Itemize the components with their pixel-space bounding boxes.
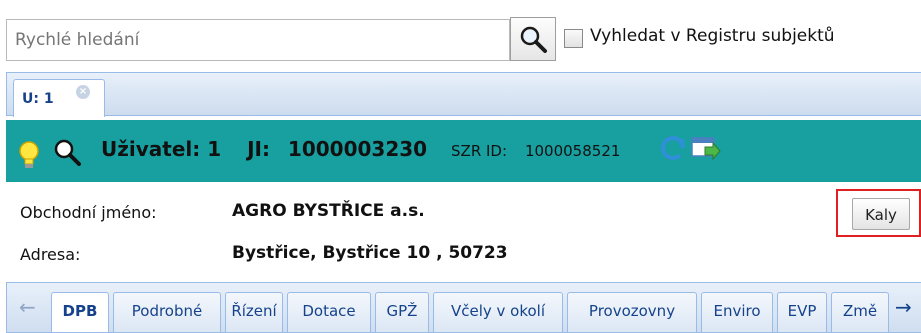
doc-tab-u1[interactable]: U: 1 × [13, 79, 105, 117]
refresh-icon[interactable] [659, 134, 687, 162]
address-row: Adresa: Bystřice, Bystřice 10 , 50723 [6, 238, 921, 274]
scroll-left-icon[interactable]: ← [19, 295, 36, 319]
szr-value: 1000058521 [524, 142, 621, 160]
trade-name-label: Obchodní jméno: [20, 203, 157, 222]
document-tabbar: U: 1 × [6, 72, 921, 117]
magnifier-icon[interactable] [52, 137, 82, 167]
search-button[interactable] [510, 17, 556, 61]
user-label: Uživatel: 1 [101, 137, 222, 161]
trade-name-row: Obchodní jméno: AGRO BYSTŘICE a.s. [6, 196, 921, 232]
registry-search-label: Vyhledat v Registru subjektů [590, 26, 835, 46]
tab-zmeny[interactable]: Změ [831, 292, 889, 332]
close-icon[interactable]: × [76, 85, 90, 99]
detail-tabbar: ← DPB Podrobné Řízení Dotace GPŽ Včely v… [6, 282, 921, 333]
doc-tab-label: U: 1 [22, 91, 54, 107]
tab-gpz[interactable]: GPŽ [375, 292, 429, 332]
quick-search-input[interactable] [6, 19, 510, 61]
window-arrow-icon[interactable] [691, 137, 721, 161]
magnifier-icon [520, 26, 547, 53]
registry-search-checkbox[interactable] [564, 29, 583, 48]
user-header: Uživatel: 1 JI: 1000003230 SZR ID: 10000… [6, 120, 921, 182]
tab-evp[interactable]: EVP [777, 292, 827, 332]
kaly-button[interactable]: Kaly [852, 198, 910, 230]
tab-rizeni[interactable]: Řízení [225, 292, 283, 332]
ji-value: 1000003230 [287, 137, 428, 161]
tab-enviro[interactable]: Enviro [701, 292, 773, 332]
quick-search-bar: Vyhledat v Registru subjektů [0, 0, 921, 70]
address-label: Adresa: [20, 245, 81, 264]
szr-label: SZR ID: [451, 142, 508, 160]
lightbulb-icon[interactable] [17, 140, 41, 172]
scroll-right-icon[interactable]: → [895, 295, 912, 319]
ji-label: JI: [247, 137, 270, 161]
trade-name-value: AGRO BYSTŘICE a.s. [232, 201, 425, 221]
tab-podrobne[interactable]: Podrobné [113, 292, 221, 332]
user-title: Uživatel: 1 JI: 1000003230 SZR ID: 10000… [101, 137, 620, 161]
tab-dotace[interactable]: Dotace [287, 292, 371, 332]
tab-dpb[interactable]: DPB [51, 292, 109, 332]
tab-provozovny[interactable]: Provozovny [567, 292, 697, 332]
tab-vcely[interactable]: Včely v okolí [433, 292, 563, 332]
address-value: Bystřice, Bystřice 10 , 50723 [232, 243, 508, 263]
